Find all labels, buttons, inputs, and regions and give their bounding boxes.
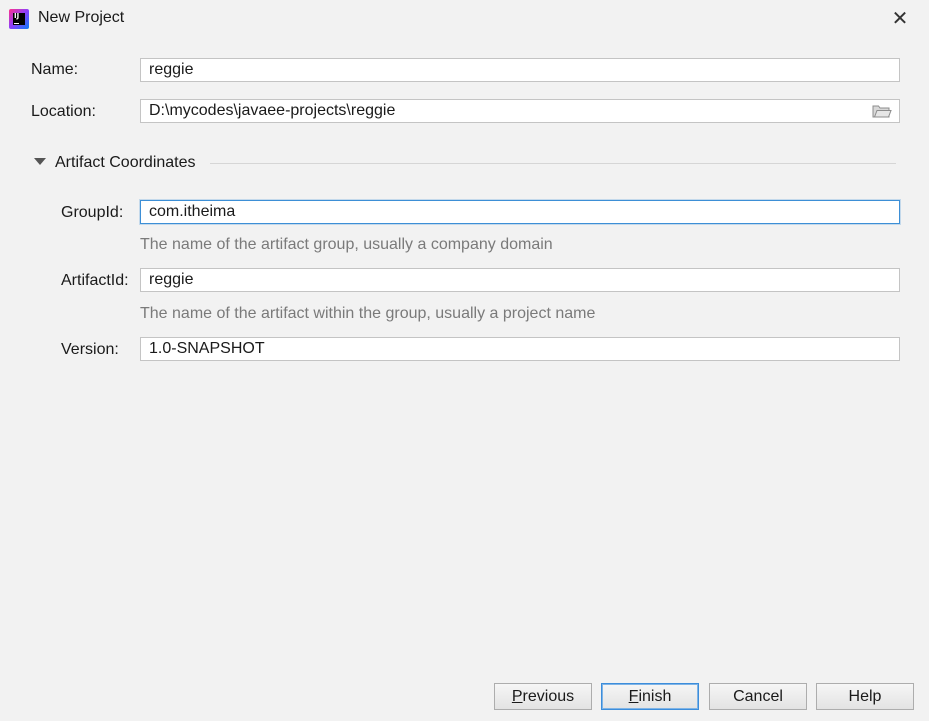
chevron-down-icon[interactable]	[34, 158, 46, 165]
close-icon[interactable]: ✕	[886, 5, 914, 33]
groupid-label: GroupId:	[61, 204, 124, 221]
groupid-input[interactable]	[140, 200, 900, 224]
finish-mnemonic: F	[628, 688, 639, 705]
version-input[interactable]	[140, 337, 900, 361]
previous-mnemonic: P	[511, 688, 523, 705]
artifactid-label: ArtifactId:	[61, 272, 129, 289]
artifactid-hint: The name of the artifact within the grou…	[140, 305, 596, 322]
previous-label: revious	[522, 688, 575, 705]
title-bar: IJ New Project ✕	[0, 0, 929, 38]
previous-button[interactable]: Previous	[494, 683, 592, 710]
groupid-hint: The name of the artifact group, usually …	[140, 236, 553, 253]
location-input[interactable]	[140, 99, 900, 123]
cancel-button[interactable]: Cancel	[709, 683, 807, 710]
intellij-idea-icon: IJ	[9, 9, 29, 29]
section-divider	[210, 163, 896, 164]
window-title: New Project	[38, 9, 125, 26]
name-input[interactable]	[140, 58, 900, 82]
name-label: Name:	[31, 61, 79, 78]
location-label: Location:	[31, 103, 96, 120]
finish-label: inish	[638, 688, 672, 705]
finish-button[interactable]: Finish	[601, 683, 699, 710]
version-label: Version:	[61, 341, 119, 358]
help-button[interactable]: Help	[816, 683, 914, 710]
folder-icon[interactable]	[872, 103, 892, 119]
artifactid-input[interactable]	[140, 268, 900, 292]
artifact-coordinates-header[interactable]: Artifact Coordinates	[55, 154, 196, 172]
